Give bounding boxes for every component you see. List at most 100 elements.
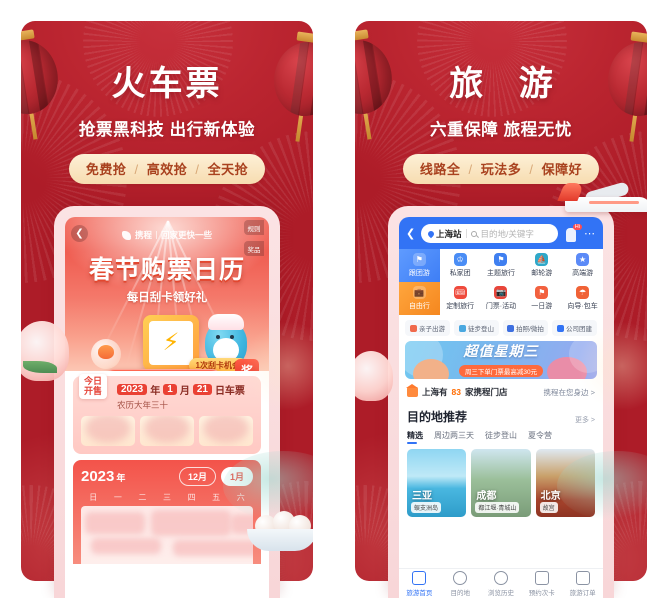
quick-link-family[interactable]: 亲子出游 (405, 320, 450, 336)
vip-icon: ★ (576, 253, 590, 266)
hiking-icon (459, 324, 466, 332)
quick-link-label: 徒步登山 (468, 326, 494, 333)
brand-name: 携程 (134, 230, 152, 240)
calendar-month-tabs: 12月 1月 (178, 467, 253, 486)
weekday-sat: 六 (236, 493, 245, 502)
quick-link-hiking[interactable]: 徒步登山 (454, 320, 499, 336)
destination-name: 北京 (540, 491, 561, 502)
weekday-sun: 日 (89, 493, 98, 502)
promo-subtitle: 周三下单门票最高减30元 (458, 365, 544, 377)
destination-card-chengdu[interactable]: 成都 都江堰·青城山 (471, 449, 531, 517)
panel-travel: 旅 游 六重保障 旅程无忧 线路全 / 玩法多 / 保障好 ❮ 上海站 目的地/… (334, 0, 668, 598)
category-luxury[interactable]: ★ 高端游 (562, 249, 603, 282)
weekday-wed: 三 (162, 493, 171, 502)
tab-history[interactable]: 浏览历史 (481, 570, 522, 597)
category-day-tour[interactable]: ⚑ 一日游 (521, 282, 563, 315)
search-divider (465, 229, 467, 238)
month-tab-dec[interactable]: 12月 (178, 467, 216, 486)
panel-train-ticket: 火车票 抢票黑科技 出行新体验 免费抢 / 高效抢 / 全天抢 规则 奖品 ❮ … (0, 0, 334, 598)
sale-date-line: 2023 年 1 月 21 日车票 (117, 382, 253, 397)
feature-pill: 免费抢 / 高效抢 / 全天抢 (68, 154, 266, 185)
share-friends-button[interactable]: 奖 分享好友 (230, 359, 264, 371)
calendar-day-grid[interactable] (81, 506, 253, 564)
sale-card-item[interactable] (81, 416, 135, 446)
tab-featured[interactable]: 精选 (407, 430, 423, 444)
store-row[interactable]: 上海有 83 家携程门店 携程在您身边 > (399, 379, 603, 404)
store-info: 上海有 83 家携程门店 (406, 384, 508, 398)
departure-city[interactable]: 上海站 (426, 228, 462, 240)
prizes-tag[interactable]: 奖品 (244, 241, 264, 256)
sale-card-item[interactable] (140, 416, 194, 446)
category-label: 一日游 (531, 303, 553, 310)
sale-day-unit: 日车票 (214, 386, 245, 397)
phone-screen-train: 规则 奖品 ❮ 携程 回家更快一些 春节购票日历 每日刮卡领好礼 ⚡ 1次刮卡机… (65, 217, 269, 598)
tab-destinations[interactable]: 目的地 (440, 570, 481, 597)
clock-icon (493, 570, 508, 585)
tab-orders[interactable]: 旅游订单 (562, 570, 603, 597)
quick-link-team[interactable]: 公司团建 (552, 320, 597, 336)
sale-card-item[interactable] (199, 416, 253, 446)
hero-side-tags[interactable]: 规则 奖品 (244, 220, 264, 256)
category-label: 定制旅行 (446, 303, 475, 310)
back-icon[interactable]: ❮ (406, 227, 416, 240)
tab-label: 浏览历史 (487, 589, 514, 597)
category-label: 跟团游 (408, 270, 430, 277)
destination-card-beijing[interactable]: 北京 故宫 (535, 449, 595, 517)
calendar-weekday-row: 日 一 二 三 四 五 六 (81, 492, 253, 503)
avatar[interactable]: Hi (563, 223, 582, 242)
category-custom-travel[interactable]: 🎟 定制旅行 (439, 282, 481, 315)
scratch-button[interactable]: 我要刮卡 (103, 369, 223, 371)
sale-year: 2023 (117, 384, 148, 395)
category-cruise[interactable]: ⛵ 邮轮游 (521, 249, 563, 282)
destination-name: 三亚 (412, 491, 432, 502)
category-label: 邮轮游 (531, 270, 553, 277)
brand-lockup: 携程 回家更快一些 (121, 229, 212, 241)
category-tickets-activities[interactable]: 📷 门票·活动 (480, 282, 522, 315)
quick-link-label: 拍照/微拍 (516, 326, 544, 333)
calendar-hero-banner: 规则 奖品 ❮ 携程 回家更快一些 春节购票日历 每日刮卡领好礼 ⚡ 1次刮卡机… (65, 217, 269, 371)
pill-item-3: 全天抢 (207, 162, 249, 178)
category-free-travel[interactable]: 💼 自由行 (399, 282, 440, 315)
more-dots-icon[interactable]: ⋯ (584, 227, 596, 240)
pill-separator: / (468, 162, 473, 178)
tab-summer-camp[interactable]: 夏令营 (528, 430, 552, 444)
category-label: 自由行 (408, 303, 430, 310)
home-icon (412, 570, 427, 585)
destination-more-link[interactable]: 更多 > (575, 415, 595, 425)
list-icon (575, 570, 590, 585)
cruise-icon: ⛵ (535, 253, 549, 266)
sale-month: 1 (163, 384, 177, 395)
destination-sub: 都江堰·青城山 (475, 502, 520, 513)
quick-link-photo[interactable]: 拍照/微拍 (503, 320, 548, 336)
category-label: 向导·包车 (567, 303, 598, 310)
tab-label: 预约次卡 (528, 589, 555, 597)
phone-mockup-travel: ❮ 上海站 目的地/关键字 Hi ⋯ ⚑ 跟团游 ♔ 私家团 ⚑ 主题旅行 ⛵ … (388, 206, 614, 598)
tab-travel-home[interactable]: 旅游首页 (399, 570, 440, 597)
category-guide-charter[interactable]: ☂ 向导·包车 (562, 282, 603, 315)
category-tuan-tour[interactable]: ⚑ 跟团游 (399, 249, 440, 282)
search-input[interactable]: 上海站 目的地/关键字 (421, 224, 558, 243)
category-private-group[interactable]: ♔ 私家团 (439, 249, 481, 282)
promo-banner[interactable]: 超值星期三 周三下单门票最高减30元 (405, 341, 597, 379)
destination-card-sanya[interactable]: 三亚 蜈支洲岛 (407, 449, 467, 517)
pill-item-2: 高效抢 (146, 162, 188, 178)
destination-title: 目的地推荐 (407, 410, 468, 424)
headline-block-left: 火车票 抢票黑科技 出行新体验 免费抢 / 高效抢 / 全天抢 (21, 65, 313, 185)
store-link[interactable]: 携程在您身边 > (544, 387, 595, 398)
tab-pass-card[interactable]: 预约次卡 (521, 570, 562, 597)
sale-year-unit: 年 (150, 386, 161, 397)
calendar-year: 2023 年 (81, 468, 125, 485)
calendar-block: 2023 年 12月 1月 日 一 二 三 四 五 六 (73, 460, 261, 564)
month-tab-jan[interactable]: 1月 (220, 467, 253, 486)
rules-tag[interactable]: 规则 (244, 220, 264, 235)
sale-day: 21 (192, 384, 212, 395)
family-icon (410, 324, 417, 332)
badge-line-1: 今日 (83, 376, 102, 386)
lunar-date: 农历大年三十 (117, 400, 169, 410)
category-theme-travel[interactable]: ⚑ 主题旅行 (480, 249, 522, 282)
back-icon[interactable]: ❮ (71, 225, 88, 242)
tab-hiking[interactable]: 徒步登山 (485, 430, 517, 444)
weekday-thu: 四 (187, 493, 196, 502)
tab-nearby[interactable]: 周边两三天 (434, 430, 474, 444)
compass-icon (453, 570, 468, 585)
